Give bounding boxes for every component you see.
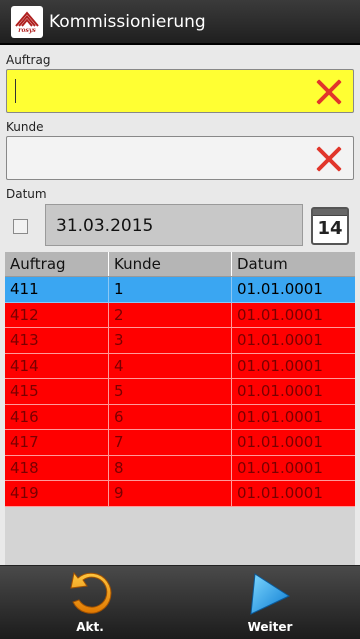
table-row[interactable]: 414 4 01.01.0001 (5, 353, 355, 379)
bottom-action-bar: Akt. Weiter (0, 565, 360, 639)
cell-auftrag: 415 (5, 379, 109, 404)
cell-kunde: 9 (109, 481, 232, 506)
text-cursor (15, 79, 16, 103)
app-logo-icon[interactable]: rosys (11, 5, 43, 38)
table-header: Auftrag Kunde Datum (5, 252, 355, 277)
table-row[interactable]: 417 7 01.01.0001 (5, 430, 355, 456)
cell-kunde: 5 (109, 379, 232, 404)
cell-auftrag: 413 (5, 328, 109, 353)
cell-auftrag: 412 (5, 302, 109, 327)
table-row[interactable]: 418 8 01.01.0001 (5, 455, 355, 481)
cell-datum: 01.01.0001 (237, 433, 323, 451)
page-title: Kommissionierung (49, 11, 206, 32)
next-label: Weiter (247, 620, 293, 634)
table-row[interactable]: 416 6 01.01.0001 (5, 404, 355, 430)
cell-datum: 01.01.0001 (237, 305, 323, 324)
table-row[interactable]: 415 5 01.01.0001 (5, 379, 355, 405)
cell-kunde: 8 (109, 455, 232, 480)
cell-kunde: 6 (109, 404, 232, 429)
cell-kunde: 4 (109, 353, 232, 378)
kunde-input[interactable] (6, 136, 354, 180)
next-button[interactable]: Weiter (180, 566, 360, 639)
datum-value: 31.03.2015 (56, 216, 154, 236)
datum-checkbox[interactable] (13, 219, 28, 234)
cell-datum: 01.01.0001 (237, 280, 323, 298)
table-row[interactable]: 419 9 01.01.0001 (5, 481, 355, 507)
header-datum[interactable]: Datum (232, 252, 355, 276)
logo-stripes (15, 10, 39, 27)
cell-auftrag: 419 (5, 481, 109, 506)
cell-datum: 01.01.0001 (237, 331, 323, 349)
header-auftrag[interactable]: Auftrag (5, 252, 109, 276)
cell-kunde: 7 (109, 430, 232, 455)
cell-datum: 01.01.0001 (237, 356, 323, 375)
table-row[interactable]: 413 3 01.01.0001 (5, 328, 355, 354)
cell-datum: 01.01.0001 (237, 382, 323, 400)
cell-datum: 01.01.0001 (237, 484, 323, 502)
cell-auftrag: 411 (5, 277, 109, 302)
clear-auftrag-icon[interactable] (315, 78, 343, 106)
cell-kunde: 1 (109, 277, 232, 302)
title-bar: rosys Kommissionierung (0, 0, 360, 44)
logo-text: rosys (18, 26, 36, 34)
cell-auftrag: 417 (5, 430, 109, 455)
main-content: Auftrag Kunde Datum 31.03.2015 14 Auftra… (0, 45, 360, 580)
calendar-day: 14 (317, 218, 343, 239)
cell-auftrag: 416 (5, 404, 109, 429)
datum-label: Datum (6, 187, 47, 201)
orders-table: Auftrag Kunde Datum 411 1 01.01.0001 412… (5, 252, 355, 580)
kunde-label: Kunde (6, 120, 44, 134)
refresh-label: Akt. (76, 620, 104, 634)
datum-field[interactable]: 31.03.2015 (45, 204, 303, 246)
refresh-button[interactable]: Akt. (0, 566, 180, 639)
auftrag-label: Auftrag (6, 53, 51, 67)
calendar-icon[interactable]: 14 (311, 207, 349, 245)
play-triangle-icon (250, 573, 291, 615)
cell-datum: 01.01.0001 (237, 458, 323, 477)
cell-datum: 01.01.0001 (237, 407, 323, 426)
clear-kunde-icon[interactable] (315, 145, 343, 173)
table-row[interactable]: 411 1 01.01.0001 (5, 277, 355, 303)
cell-kunde: 2 (109, 302, 232, 327)
header-kunde[interactable]: Kunde (109, 252, 232, 276)
auftrag-input[interactable] (6, 69, 354, 113)
refresh-arrow-icon (70, 571, 112, 614)
cell-auftrag: 418 (5, 455, 109, 480)
table-row[interactable]: 412 2 01.01.0001 (5, 302, 355, 328)
calendar-header (313, 209, 347, 216)
cell-auftrag: 414 (5, 353, 109, 378)
cell-kunde: 3 (109, 328, 232, 353)
